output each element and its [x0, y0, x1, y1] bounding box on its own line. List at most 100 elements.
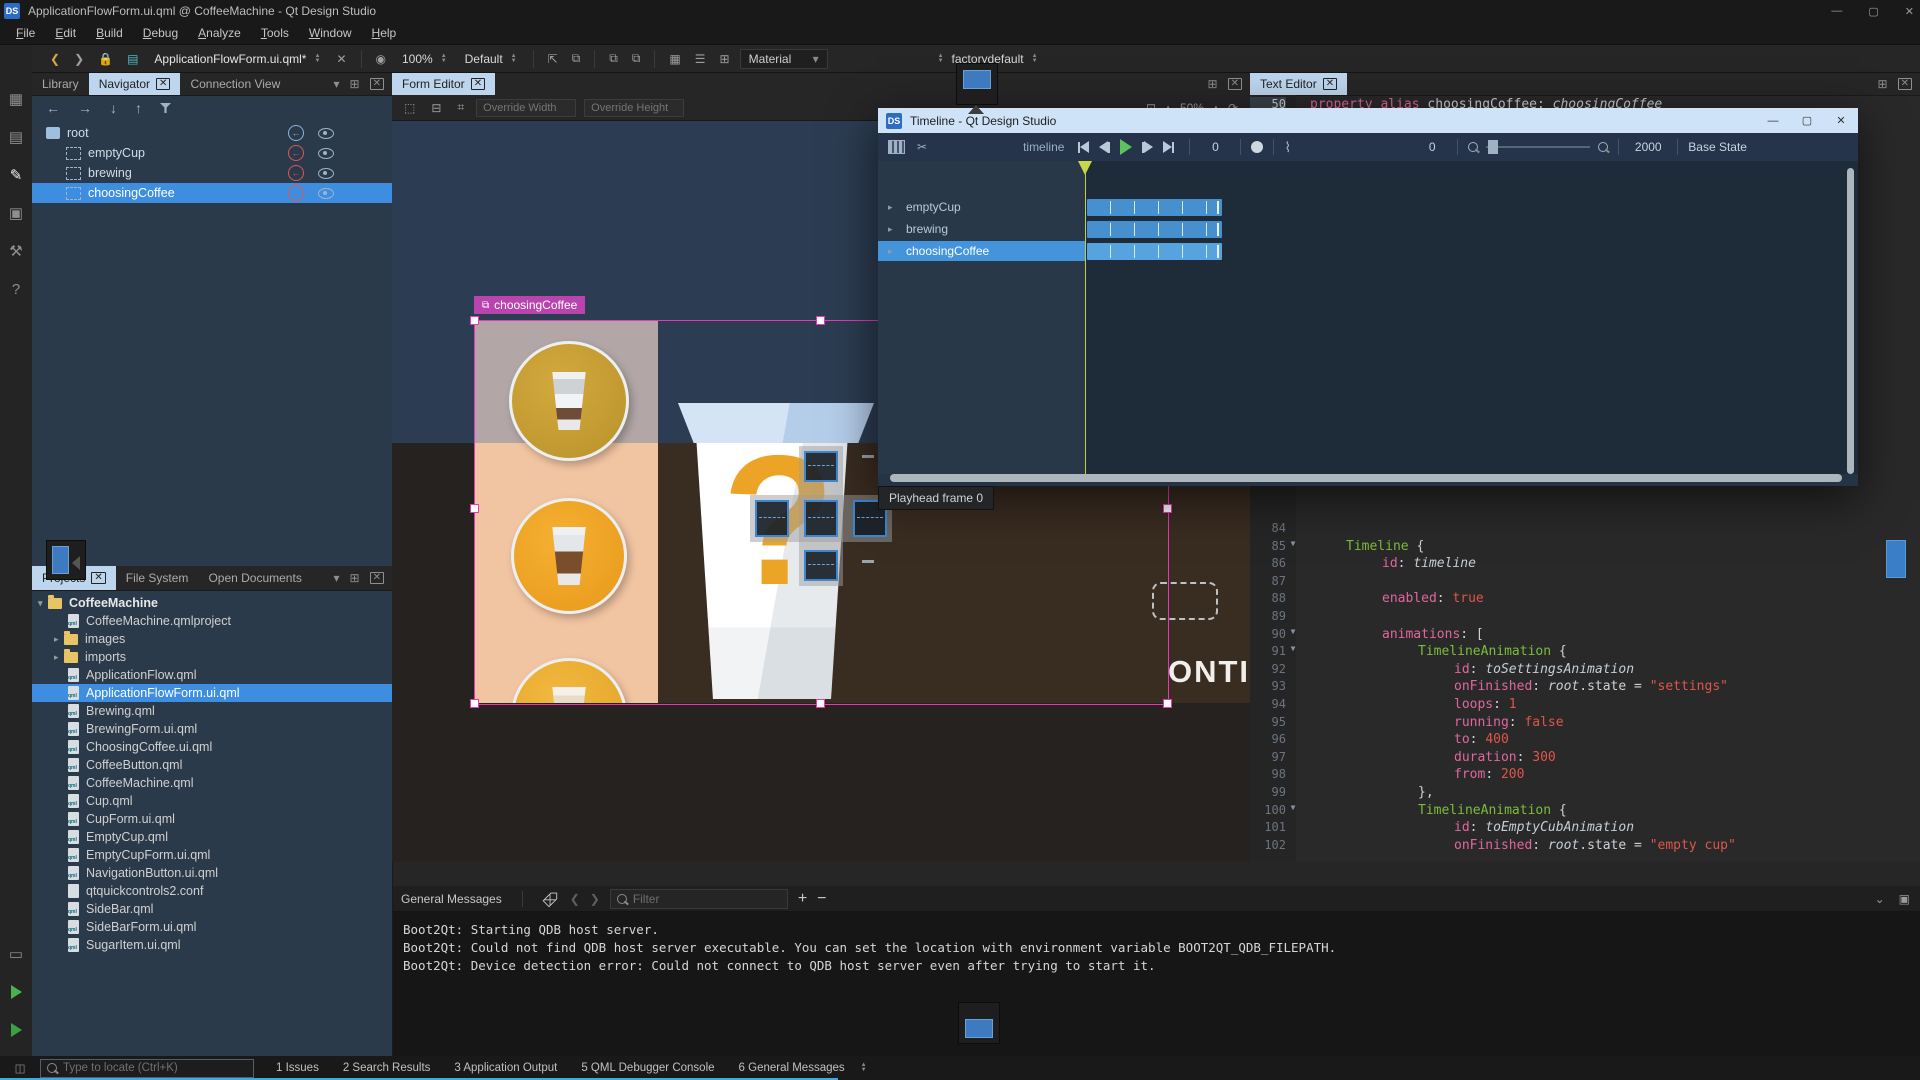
- coffee-option-circle[interactable]: [509, 341, 629, 461]
- zoom-in-icon[interactable]: [1598, 142, 1608, 152]
- welcome-mode-icon[interactable]: ▦: [0, 85, 32, 113]
- collapse-pane-icon[interactable]: ⌄: [1875, 892, 1885, 906]
- easing-curve-icon[interactable]: ⌇: [1284, 139, 1291, 156]
- zoom-out-icon[interactable]: [1468, 142, 1478, 152]
- statusbar-search-results[interactable]: 2 Search Results: [331, 1062, 443, 1074]
- split-panel-icon[interactable]: ⊞: [1878, 77, 1888, 91]
- no-snapping-icon[interactable]: ⬚: [400, 101, 419, 115]
- toggle-sidebar-icon[interactable]: ◫: [0, 1061, 40, 1075]
- code-line-93[interactable]: 93onFinished: root.state = "settings": [1250, 679, 1920, 697]
- code-line-86[interactable]: 86id: timeline: [1250, 556, 1920, 574]
- debug-run-button[interactable]: [0, 1016, 32, 1044]
- code-line-98[interactable]: 98from: 200: [1250, 767, 1920, 785]
- selection-handle[interactable]: [1163, 504, 1172, 513]
- menu-file[interactable]: File: [6, 23, 45, 43]
- split-panel-icon[interactable]: ⊞: [1208, 77, 1218, 91]
- close-document-button[interactable]: ✕: [332, 52, 350, 66]
- file-Brewing.qml[interactable]: Brewing.qml: [32, 702, 392, 720]
- visibility-eye-icon[interactable]: [318, 148, 334, 159]
- statusbar-issues[interactable]: 1 Issues: [264, 1062, 331, 1074]
- close-panel-icon[interactable]: ✕: [1898, 78, 1912, 90]
- code-line-85[interactable]: 85▼Timeline {: [1250, 539, 1920, 557]
- navigator-item-choosingCoffee[interactable]: choosingCoffee←: [32, 183, 392, 203]
- run-button[interactable]: [0, 978, 32, 1006]
- timeline-track-area[interactable]: [1085, 161, 1858, 474]
- navigator-item-root[interactable]: root←: [32, 123, 392, 143]
- timeline-close-button[interactable]: ✕: [1824, 108, 1858, 133]
- curve-editor-icon[interactable]: ✂: [917, 140, 927, 154]
- export-toggle-icon[interactable]: ←: [288, 125, 304, 141]
- file-ChoosingCoffee.ui.qml[interactable]: ChoosingCoffee.ui.qml: [32, 738, 392, 756]
- expand-pane-icon[interactable]: ▣: [1899, 892, 1910, 906]
- timeline-zoom-slider[interactable]: [1486, 146, 1590, 148]
- file-CoffeeMachine.qml[interactable]: CoffeeMachine.qml: [32, 774, 392, 792]
- run-dropdown-icon[interactable]: ◉: [372, 52, 390, 66]
- move-right-icon[interactable]: →: [78, 100, 92, 116]
- file-NavigationButton.ui.qml[interactable]: NavigationButton.ui.qml: [32, 864, 392, 882]
- statusbar-application-output[interactable]: 3 Application Output: [442, 1062, 569, 1074]
- timeline-minimize-button[interactable]: —: [1756, 108, 1790, 133]
- code-line-89[interactable]: 89: [1250, 609, 1920, 627]
- close-panel-icon[interactable]: ✕: [370, 572, 384, 584]
- channel-selector[interactable]: General Messages: [401, 892, 502, 906]
- file-Cup.qml[interactable]: Cup.qml: [32, 792, 392, 810]
- project-root-coffeemachine[interactable]: ▾CoffeeMachine: [32, 594, 392, 612]
- timeline-track-brewing[interactable]: ▸brewing: [878, 219, 1085, 239]
- close-icon[interactable]: ✕: [91, 572, 105, 584]
- file-CoffeeMachine.qmlproject[interactable]: CoffeeMachine.qmlproject: [32, 612, 392, 630]
- zoom-out-text-icon[interactable]: −: [817, 890, 826, 908]
- code-line-84[interactable]: 84: [1250, 521, 1920, 539]
- zoom-selector[interactable]: 100% ▲▼: [396, 50, 453, 68]
- file-qtquickcontrols2.conf[interactable]: qtquickcontrols2.conf: [32, 882, 392, 900]
- navigator-item-brewing[interactable]: brewing←: [32, 163, 392, 183]
- keyframe-box[interactable]: [804, 550, 838, 581]
- forward-button[interactable]: ❯: [70, 52, 88, 66]
- minimize-button[interactable]: —: [1831, 5, 1842, 17]
- selection-handle[interactable]: [816, 699, 825, 708]
- tab-form-editor[interactable]: Form Editor ✕: [392, 73, 495, 95]
- zoom-in-text-icon[interactable]: +: [798, 890, 807, 908]
- export-toggle-icon[interactable]: ←: [288, 165, 304, 181]
- menu-debug[interactable]: Debug: [133, 23, 188, 43]
- timeline-hscrollbar[interactable]: [890, 474, 1842, 482]
- keyframe-bar[interactable]: [1087, 243, 1222, 260]
- timeline-vscrollbar[interactable]: [1847, 168, 1854, 474]
- code-line-97[interactable]: 97duration: 300: [1250, 750, 1920, 768]
- state-label[interactable]: Base State: [1688, 140, 1747, 154]
- output-filter-input[interactable]: Filter: [610, 889, 788, 909]
- visibility-eye-icon[interactable]: [318, 128, 334, 139]
- menu-window[interactable]: Window: [299, 23, 362, 43]
- copy-style-icon[interactable]: ⧉: [605, 51, 622, 66]
- close-panel-icon[interactable]: ✕: [370, 78, 384, 90]
- code-line-99[interactable]: 99},: [1250, 785, 1920, 803]
- end-frame-field[interactable]: 2000: [1629, 140, 1667, 154]
- file-images[interactable]: ▸images: [32, 630, 392, 648]
- timeline-name[interactable]: timeline: [1023, 140, 1064, 154]
- file-CoffeeButton.qml[interactable]: CoffeeButton.qml: [32, 756, 392, 774]
- play-button[interactable]: [1120, 139, 1132, 155]
- file-BrewingForm.ui.qml[interactable]: BrewingForm.ui.qml: [32, 720, 392, 738]
- move-up-icon[interactable]: ↑: [135, 100, 142, 116]
- selection-handle[interactable]: [1163, 699, 1172, 708]
- file-SideBar.qml[interactable]: SideBar.qml: [32, 900, 392, 918]
- projects-mode-icon[interactable]: ⚒: [0, 237, 32, 265]
- record-button[interactable]: [1251, 141, 1263, 153]
- playback-value-field[interactable]: 0: [1417, 140, 1447, 154]
- visibility-eye-icon[interactable]: [318, 188, 334, 199]
- tab-text-editor[interactable]: Text Editor ✕: [1250, 73, 1347, 95]
- code-line-102[interactable]: 102onFinished: root.state = "empty cup": [1250, 838, 1920, 856]
- close-icon[interactable]: ✕: [1323, 78, 1337, 90]
- next-frame-button[interactable]: [1142, 141, 1153, 153]
- statusbar-general-messages[interactable]: 6 General Messages: [727, 1062, 857, 1074]
- list-icon[interactable]: ▦: [665, 52, 684, 66]
- filter-icon[interactable]: [160, 103, 171, 113]
- close-icon[interactable]: ✕: [156, 78, 170, 90]
- override-width-field[interactable]: [476, 99, 576, 117]
- help-mode-icon[interactable]: ?: [0, 275, 32, 303]
- clear-output-icon[interactable]: ⌦: [540, 888, 562, 910]
- tab-navigator[interactable]: Navigator✕: [89, 73, 181, 95]
- file-selector-spinner[interactable]: ▲▼: [314, 54, 320, 64]
- maximize-button[interactable]: ▢: [1868, 5, 1878, 18]
- code-line-96[interactable]: 96to: 400: [1250, 732, 1920, 750]
- align-icon[interactable]: ☰: [691, 52, 710, 66]
